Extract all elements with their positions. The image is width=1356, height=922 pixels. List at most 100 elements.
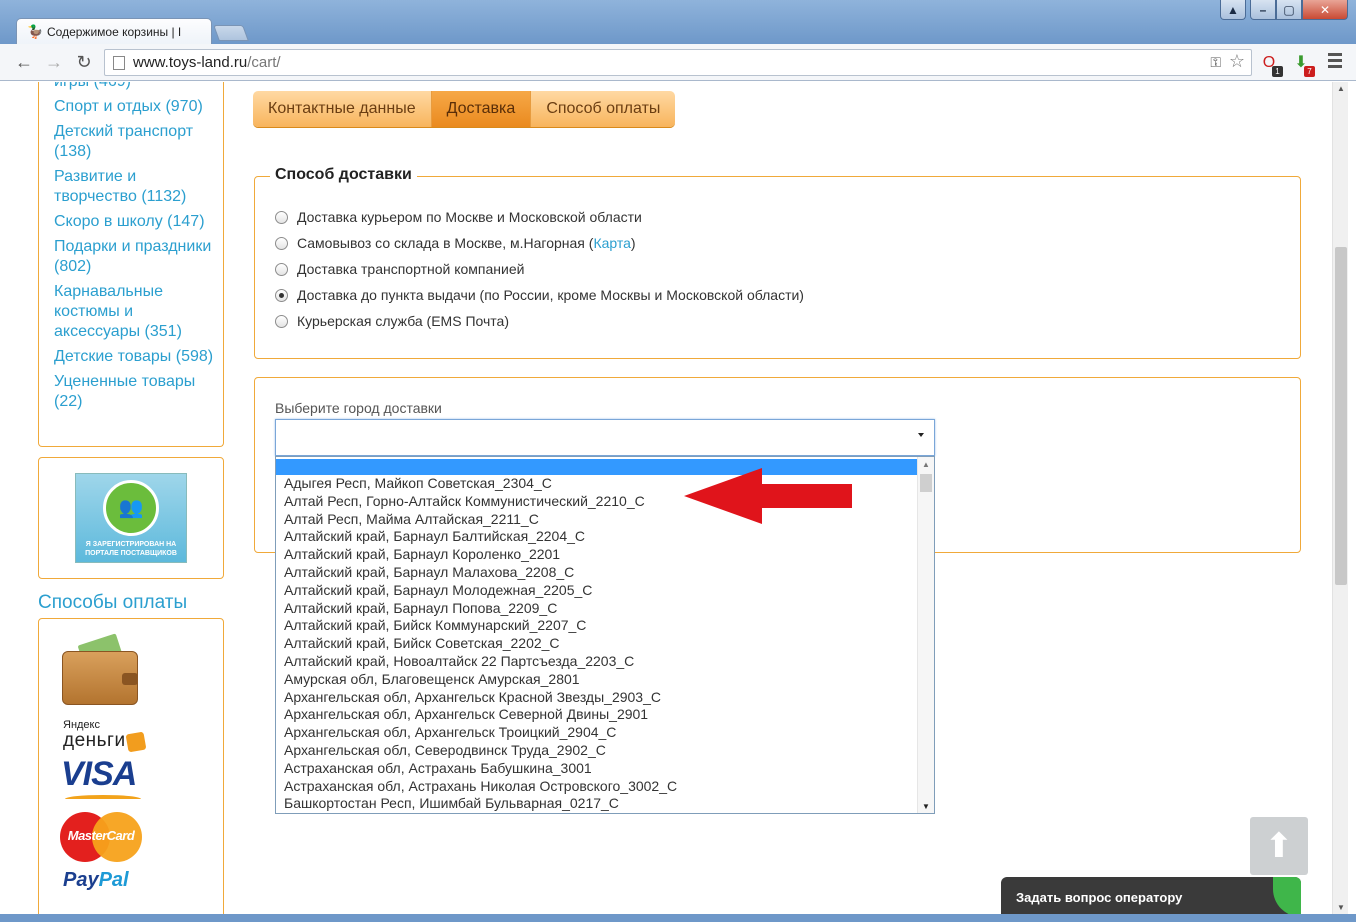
scroll-down-icon[interactable]: ▼: [922, 802, 930, 811]
tab-contact-data[interactable]: Контактные данные: [253, 91, 432, 127]
delivery-option-label: Самовывоз со склада в Москве, м.Нагорная…: [297, 235, 594, 251]
url-host: www.toys-land.ru: [133, 54, 248, 71]
arrow-up-icon: ⬆: [1264, 827, 1294, 865]
minimize-icon[interactable]: –: [1250, 0, 1276, 20]
city-option[interactable]: Алтайский край, Барнаул Балтийская_2204_…: [276, 528, 917, 546]
window-titlebar: 🦆 Содержимое корзины | I ▲ – ▢ ✕: [0, 0, 1356, 45]
city-option[interactable]: Амурская обл, Благовещенск Амурская_2801: [276, 671, 917, 689]
city-option[interactable]: Алтайский край, Барнаул Попова_2209_С: [276, 600, 917, 618]
city-option[interactable]: Алтайский край, Бийск Советская_2202_С: [276, 635, 917, 653]
delivery-option-label: Доставка курьером по Москве и Московской…: [297, 209, 642, 225]
delivery-option-pickup[interactable]: Самовывоз со склада в Москве, м.Нагорная…: [275, 235, 636, 251]
page-viewport: игры (469) Спорт и отдых (970) Детский т…: [0, 82, 1332, 914]
chrome-menu-icon[interactable]: [1328, 53, 1342, 69]
yandex-money-logo: Яндекс деньги: [63, 719, 147, 755]
dropdown-scrollbar[interactable]: ▲ ▼: [917, 457, 934, 813]
city-option[interactable]: Астраханская обл, Астрахань Бабушкина_30…: [276, 760, 917, 778]
wallet-icon: [62, 633, 138, 705]
duck-favicon-icon: 🦆: [27, 24, 44, 39]
delivery-option-ems[interactable]: Курьерская служба (EMS Почта): [275, 313, 509, 329]
star-icon[interactable]: ☆: [1229, 51, 1245, 72]
ask-operator-button[interactable]: Задать вопрос оператору: [1001, 877, 1301, 914]
city-option[interactable]: Астраханская обл, Астрахань Николая Остр…: [276, 778, 917, 796]
radio-button[interactable]: [275, 314, 288, 328]
forward-icon[interactable]: →: [42, 51, 66, 73]
user-icon[interactable]: ▲: [1220, 0, 1246, 20]
paypal-logo-text-b: Pal: [98, 869, 129, 891]
city-option[interactable]: Архангельская обл, Северодвинск Труда_29…: [276, 742, 917, 760]
extension-badge: 1: [1272, 66, 1283, 77]
city-option[interactable]: Архангельская обл, Архангельск Красной З…: [276, 689, 917, 707]
new-tab-button[interactable]: [213, 25, 249, 41]
paypal-logo-text-a: Pay: [63, 869, 99, 891]
category-link[interactable]: Скоро в школу (147): [54, 212, 219, 232]
category-link[interactable]: Карнавальные костюмы и аксессуары (351): [54, 282, 219, 342]
category-link[interactable]: Детские товары (598): [54, 347, 219, 367]
category-link[interactable]: Детский транспорт (138): [54, 122, 219, 162]
scroll-up-icon[interactable]: ▲: [1337, 84, 1345, 93]
tab-delivery[interactable]: Доставка: [431, 91, 532, 127]
scroll-to-top-button[interactable]: ⬆: [1250, 817, 1308, 875]
maximize-icon[interactable]: ▢: [1276, 0, 1302, 20]
extension-badge: 7: [1304, 66, 1315, 77]
page-icon: [113, 55, 125, 70]
payment-methods-title: Способы оплаты: [38, 592, 188, 613]
city-option[interactable]: Алтайский край, Бийск Коммунарский_2207_…: [276, 617, 917, 635]
supplier-badge-text: Я ЗАРЕГИСТРИРОВАН НА ПОРТАЛЕ ПОСТАВЩИКОВ: [85, 541, 177, 557]
paypal-logo: PayPal: [63, 869, 129, 892]
page-scrollbar[interactable]: ▲ ▼: [1332, 82, 1348, 914]
radio-button[interactable]: [275, 262, 288, 276]
url-path: /cart/: [247, 54, 281, 71]
radio-button-checked[interactable]: [275, 288, 288, 302]
category-link[interactable]: Подарки и праздники (802): [54, 237, 219, 277]
close-icon[interactable]: ✕: [1302, 0, 1348, 20]
delivery-option-courier[interactable]: Доставка курьером по Москве и Московской…: [275, 209, 642, 225]
city-option[interactable]: Архангельская обл, Архангельск Троицкий_…: [276, 724, 917, 742]
category-link[interactable]: Развитие и творчество (1132): [54, 167, 219, 207]
mastercard-logo-text: MasterCard: [67, 828, 135, 843]
checkout-steps: Контактные данные Доставка Способ оплаты: [253, 91, 676, 127]
delivery-option-transport-company[interactable]: Доставка транспортной компанией: [275, 261, 524, 277]
supplier-portal-badge[interactable]: 👥 Я ЗАРЕГИСТРИРОВАН НА ПОРТАЛЕ ПОСТАВЩИК…: [75, 473, 187, 563]
category-list: игры (469) Спорт и отдых (970) Детский т…: [54, 82, 219, 417]
city-option[interactable]: Алтайский край, Новоалтайск 22 Партсъезд…: [276, 653, 917, 671]
city-option[interactable]: Архангельская обл, Архангельск Северной …: [276, 706, 917, 724]
category-link[interactable]: игры (469): [54, 82, 219, 92]
mastercard-logo: MasterCard: [60, 812, 142, 862]
visa-logo-text: VISA: [61, 755, 137, 793]
download-icon[interactable]: ⬇ 7: [1290, 52, 1315, 77]
address-bar[interactable]: www.toys-land.ru/cart/ ⚿ ☆: [104, 49, 1252, 76]
delivery-option-label: Доставка транспортной компанией: [297, 261, 525, 277]
map-link[interactable]: Карта: [593, 235, 630, 251]
browser-tab-active[interactable]: 🦆 Содержимое корзины | I: [16, 18, 212, 45]
window-bottom-border: [0, 914, 1356, 922]
browser-toolbar: ← → ↻ www.toys-land.ru/cart/ ⚿ ☆ O1 ⬇ 7: [0, 44, 1356, 81]
radio-button[interactable]: [275, 236, 288, 250]
category-link[interactable]: Уцененные товары (22): [54, 372, 219, 412]
delivery-option-label: Курьерская служба (EMS Почта): [297, 313, 509, 329]
people-icon: 👥: [103, 480, 159, 536]
visa-logo: VISA: [61, 755, 141, 799]
red-arrow-icon: [684, 468, 852, 524]
supplier-portal-box: 👥 Я ЗАРЕГИСТРИРОВАН НА ПОРТАЛЕ ПОСТАВЩИК…: [38, 457, 224, 579]
reload-icon[interactable]: ↻: [72, 51, 96, 73]
scroll-down-icon[interactable]: ▼: [1337, 903, 1345, 912]
city-option[interactable]: Башкортостан Респ, Ишимбай Бульварная_02…: [276, 795, 917, 813]
radio-button[interactable]: [275, 210, 288, 224]
page-scroll-thumb[interactable]: [1335, 247, 1347, 585]
tab-title: Содержимое корзины | I: [47, 25, 182, 39]
scroll-up-icon[interactable]: ▲: [922, 460, 930, 469]
city-option[interactable]: Алтайский край, Барнаул Молодежная_2205_…: [276, 582, 917, 600]
city-select[interactable]: [275, 419, 935, 456]
ask-operator-label: Задать вопрос оператору: [1016, 889, 1183, 905]
key-icon[interactable]: ⚿: [1210, 54, 1221, 71]
category-link[interactable]: Спорт и отдых (970): [54, 97, 219, 117]
tab-payment-method[interactable]: Способ оплаты: [531, 91, 676, 127]
city-options: Адыгея Респ, Майкоп Советская_2304_С Алта…: [276, 475, 917, 813]
delivery-option-pickup-point[interactable]: Доставка до пункта выдачи (по России, кр…: [275, 287, 804, 303]
city-option[interactable]: Алтайский край, Барнаул Короленко_2201: [276, 546, 917, 564]
dropdown-scroll-thumb[interactable]: [920, 474, 932, 492]
city-option[interactable]: Алтайский край, Барнаул Малахова_2208_С: [276, 564, 917, 582]
back-icon[interactable]: ←: [12, 51, 36, 73]
opera-icon[interactable]: O1: [1258, 52, 1283, 77]
